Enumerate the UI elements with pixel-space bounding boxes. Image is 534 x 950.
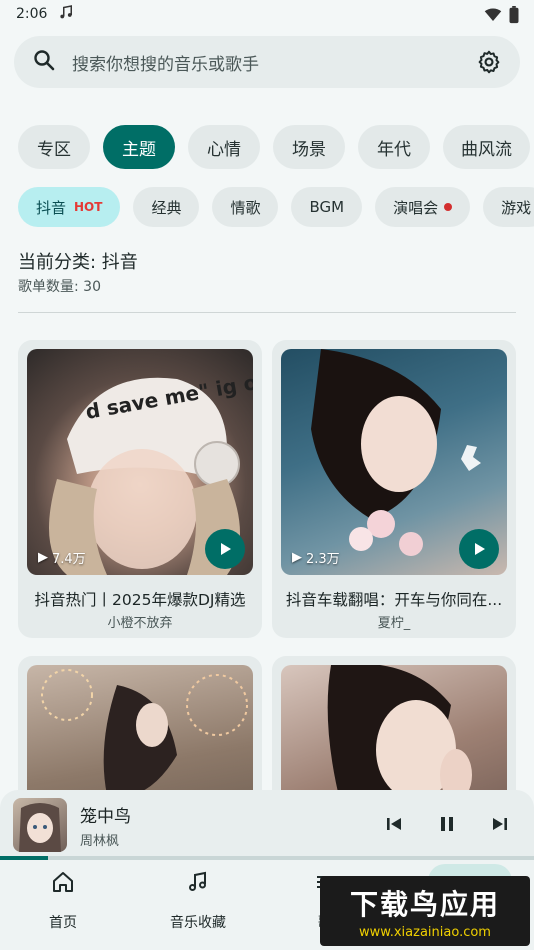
divider — [18, 312, 516, 313]
pause-icon[interactable] — [433, 810, 461, 838]
play-button[interactable] — [205, 529, 245, 569]
watermark-url: www.xiazainiao.com — [359, 924, 491, 940]
secondary-chips: 抖音 HOT 经典 情歌 BGM 演唱会 游戏 — [18, 187, 534, 227]
play-count: ▶ 2.3万 — [292, 548, 340, 567]
play-count-value: 7.4万 — [52, 552, 86, 567]
playlist-title: 抖音车载翻唱：开车与你同在... — [285, 591, 503, 609]
play-icon — [475, 543, 485, 555]
playlist-card[interactable]: d save me" ig or png?" ▶ 7.4万 抖音热门丨2025年… — [18, 340, 262, 638]
tab-era[interactable]: 年代 — [358, 125, 430, 169]
playlist-author: 夏柠_ — [377, 616, 411, 631]
chip-douyin[interactable]: 抖音 HOT — [18, 187, 121, 227]
tab-zone[interactable]: 专区 — [18, 125, 90, 169]
play-icon — [221, 543, 231, 555]
music-collection-icon — [186, 870, 210, 898]
play-button[interactable] — [459, 529, 499, 569]
search-bar[interactable]: 搜索你想搜的音乐或歌手 — [14, 36, 520, 88]
home-icon — [51, 870, 75, 898]
hot-badge: HOT — [74, 200, 103, 214]
music-note-icon — [57, 3, 75, 25]
watermark-main: 下载鸟应用 — [349, 887, 500, 921]
chip-classic[interactable]: 经典 — [133, 187, 200, 227]
nav-item-collection[interactable]: 音乐收藏 — [143, 870, 253, 932]
tab-scene[interactable]: 场景 — [273, 125, 345, 169]
primary-tabs: 专区 主题 心情 场景 年代 曲风流 — [18, 125, 530, 169]
now-playing-artist: 周林枫 — [80, 834, 120, 849]
play-small-icon: ▶ — [292, 550, 302, 565]
playlist-card[interactable]: ▶ 2.3万 抖音车载翻唱：开车与你同在... 夏柠_ — [272, 340, 516, 638]
wifi-icon — [484, 7, 502, 27]
tab-theme[interactable]: 主题 — [103, 125, 175, 169]
play-count: ▶ 7.4万 — [38, 548, 86, 567]
settings-gear-icon[interactable] — [476, 49, 502, 75]
playlist-author: 小橙不放弃 — [107, 616, 173, 631]
next-icon[interactable] — [486, 810, 514, 838]
previous-icon[interactable] — [380, 810, 408, 838]
search-icon — [32, 48, 56, 76]
new-dot — [444, 203, 453, 211]
play-small-icon: ▶ — [38, 550, 48, 565]
now-playing-title: 笼中鸟 — [80, 807, 131, 827]
tab-genre[interactable]: 曲风流 — [443, 125, 530, 169]
playlist-title: 抖音热门丨2025年爆款DJ精选 — [34, 591, 246, 609]
now-playing-cover[interactable] — [13, 798, 67, 852]
battery-icon — [508, 6, 520, 28]
chip-concert-label: 演唱会 — [393, 198, 439, 217]
chip-love-songs[interactable]: 情歌 — [212, 187, 279, 227]
chip-bgm[interactable]: BGM — [291, 187, 363, 227]
chip-concert[interactable]: 演唱会 — [375, 187, 471, 227]
status-icons — [484, 6, 520, 28]
status-bar: 2:06 — [0, 0, 534, 28]
tab-mood[interactable]: 心情 — [188, 125, 260, 169]
search-placeholder[interactable]: 搜索你想搜的音乐或歌手 — [72, 50, 476, 75]
chip-douyin-label: 抖音 — [36, 198, 67, 217]
chip-game[interactable]: 游戏 — [483, 187, 534, 227]
play-count-value: 2.3万 — [306, 552, 340, 567]
nav-item-home[interactable]: 首页 — [8, 870, 118, 932]
category-title: 当前分类: 抖音 — [18, 252, 138, 273]
status-time: 2:06 — [16, 6, 48, 22]
mini-player[interactable]: 笼中鸟 周林枫 — [0, 790, 534, 858]
nav-label-home: 首页 — [49, 915, 77, 931]
playlist-count: 歌单数量: 30 — [18, 279, 101, 295]
nav-label-collection: 音乐收藏 — [170, 915, 226, 931]
watermark-logo: 下载鸟应用 www.xiazainiao.com — [320, 876, 530, 946]
